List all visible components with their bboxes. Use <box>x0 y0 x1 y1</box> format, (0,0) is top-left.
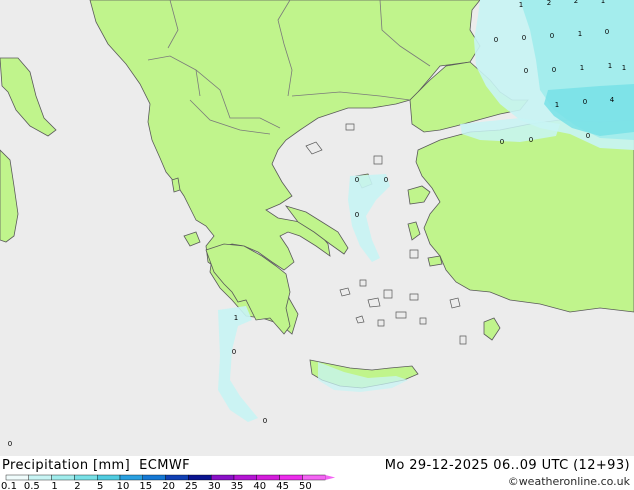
precip-value-label: 0 <box>605 28 609 36</box>
legend-swatch <box>256 474 280 481</box>
legend-label: 0.1 <box>1 481 17 490</box>
legend-swatch <box>165 474 189 481</box>
precip-value-label: 0 <box>263 417 267 425</box>
credit-link[interactable]: ©weatheronline.co.uk <box>508 475 630 488</box>
legend-swatch <box>96 474 121 481</box>
legend-swatch <box>74 474 98 481</box>
precip-value-label: 0 <box>550 32 554 40</box>
precip-value-label: 0 <box>8 440 12 448</box>
legend-swatch <box>210 474 235 481</box>
precip-value-label: 1 <box>580 64 584 72</box>
precipitation-map: 1 2 2 10 0 0 1 00 0 1 1 11 0 40000 001000 <box>0 0 634 490</box>
legend-swatch <box>302 474 326 481</box>
forecast-datetime: Mo 29-12-2025 06..09 UTC (12+93) <box>384 458 630 473</box>
legend-label: 25 <box>185 481 198 490</box>
precip-value-label: 0 <box>232 348 236 356</box>
legend-label: 20 <box>162 481 175 490</box>
precip-value-label: 1 <box>608 62 612 70</box>
precip-value-label: 0 <box>494 36 498 44</box>
map-title: Precipitation [mm] ECMWF <box>2 458 190 473</box>
legend-label: 2 <box>74 481 80 490</box>
precip-value-label: 0 <box>552 66 556 74</box>
legend-swatch <box>28 474 52 481</box>
precip-value-label: 0 <box>586 132 590 140</box>
legend-label: 0.5 <box>24 481 40 490</box>
precip-value-label: 2 <box>574 0 578 5</box>
legend-swatch <box>119 474 143 481</box>
precip-value-label: 0 <box>355 176 359 184</box>
legend-swatch <box>5 474 29 481</box>
legend-label: 45 <box>276 481 289 490</box>
samos-land <box>427 255 443 267</box>
precip-value-label: 0 <box>384 176 388 184</box>
legend-swatch <box>142 474 166 481</box>
legend-swatch <box>51 474 75 481</box>
precip-value-label: 1 <box>578 30 582 38</box>
legend-swatch <box>233 474 257 481</box>
precipitation-legend: 0.1 0.5 1 2 5 10 15 20 25 30 35 40 45 50 <box>1 474 336 490</box>
precip-value-label: 1 <box>234 314 238 322</box>
precip-value-label: 1 <box>601 0 605 5</box>
precip-value-label: 2 <box>547 0 551 7</box>
legend-label: 5 <box>97 481 103 490</box>
precip-value-label: 0 <box>500 138 504 146</box>
legend-swatch <box>279 474 303 481</box>
legend-label: 15 <box>139 481 152 490</box>
precip-value-label: 1 <box>519 1 523 9</box>
precip-value-label: 0 <box>522 34 526 42</box>
precip-value-label: 0 <box>529 136 533 144</box>
precip-value-label: 1 <box>622 64 626 72</box>
legend-label: 50 <box>299 481 312 490</box>
legend-label: 1 <box>51 481 57 490</box>
precip-value-label: 0 <box>524 67 528 75</box>
precip-value-label: 4 <box>610 96 615 104</box>
precip-value-label: 0 <box>583 98 587 106</box>
legend-label: 40 <box>253 481 266 490</box>
legend-label: 10 <box>117 481 130 490</box>
legend-label: 35 <box>231 481 244 490</box>
precip-value-label: 0 <box>355 211 359 219</box>
legend-overflow-arrow <box>325 475 336 480</box>
legend-label: 30 <box>208 481 221 490</box>
precip-value-label: 1 <box>555 101 559 109</box>
legend-swatch <box>188 474 212 481</box>
